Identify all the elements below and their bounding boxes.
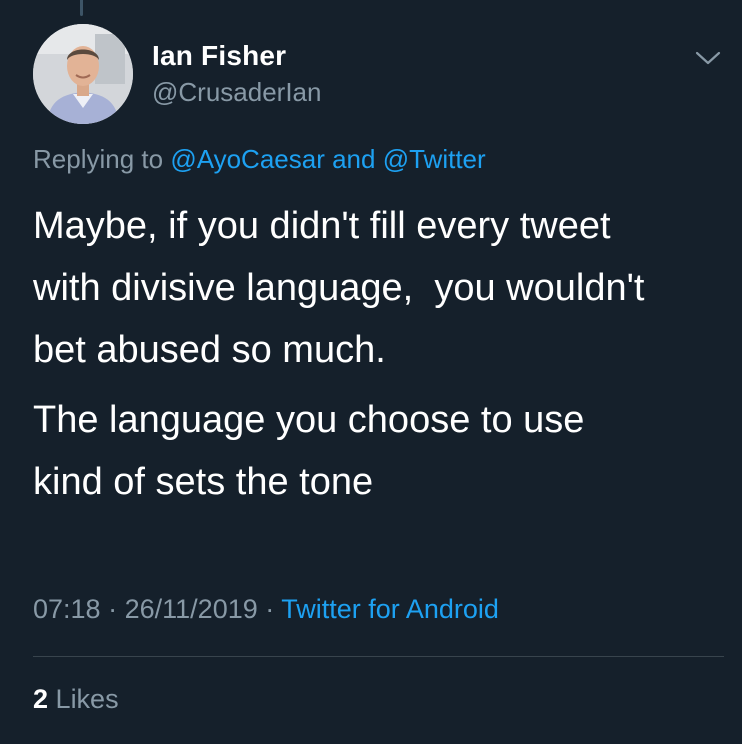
avatar[interactable] (33, 24, 133, 124)
meta-separator: · (265, 594, 275, 624)
tweet-body: Maybe, if you didn't fill every tweet wi… (33, 195, 723, 513)
tweet-paragraph: Maybe, if you didn't fill every tweet wi… (33, 205, 645, 371)
divider (33, 656, 724, 657)
tweet-date: 26/11/2019 (124, 594, 258, 624)
tweet-paragraph: The language you choose to use kind of s… (33, 399, 585, 503)
chevron-down-icon[interactable] (694, 48, 722, 68)
tweet-source-link[interactable]: Twitter for Android (281, 594, 499, 624)
tweet-meta: 07:18 · 26/11/2019 · Twitter for Android (33, 594, 499, 625)
likes-label: Likes (55, 684, 119, 714)
mention-link[interactable]: @Twitter (383, 144, 486, 174)
likes-stat[interactable]: 2 Likes (33, 684, 119, 715)
likes-count: 2 (33, 684, 49, 714)
replying-prefix: Replying to (33, 144, 164, 174)
meta-separator: · (108, 594, 118, 624)
replying-to-line: Replying to @AyoCaesar and @Twitter (33, 144, 486, 175)
tweet-time: 07:18 (33, 594, 101, 624)
thread-connector-line (80, 0, 83, 16)
author-handle[interactable]: @CrusaderIan (152, 77, 321, 108)
reply-joiner[interactable]: and (332, 144, 375, 174)
mention-link[interactable]: @AyoCaesar (170, 144, 325, 174)
author-name[interactable]: Ian Fisher (152, 40, 286, 72)
